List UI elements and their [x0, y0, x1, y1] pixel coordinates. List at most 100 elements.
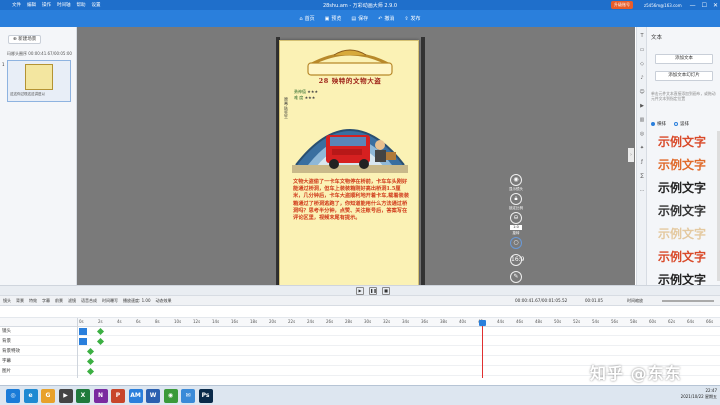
add-text-slide-button[interactable]: 添加文本幻灯片 [655, 71, 713, 81]
text-type-icon[interactable]: T [639, 33, 645, 39]
title-bar: 文件 编辑 操作 时间轴 帮助 设置 28shu.am - 万彩动画大师 2.9… [0, 0, 720, 10]
play-icon[interactable]: ▶ [356, 287, 364, 295]
text-sample-item[interactable]: 示例文字 [653, 246, 711, 268]
text-sample-item[interactable]: 示例文字 [653, 154, 711, 176]
canvas-page[interactable]: 28 殃特的文物大盗 勇神值 ★★★ 难 度 ★★★ 原画·陆先生 文物大盗偷了… [279, 40, 419, 286]
user-account[interactable]: z5456m@163.com [644, 3, 682, 8]
ruler-tick: 66s [706, 319, 714, 324]
timeline-track[interactable]: 镜头 [0, 327, 720, 336]
taskbar-app-icon[interactable]: ◉ [163, 389, 178, 403]
scene-index: 1 [2, 62, 5, 67]
flash-type-icon[interactable]: ƒ [639, 159, 645, 165]
lock-icon[interactable]: 🔒︎ [510, 193, 522, 205]
keyframe-marker[interactable] [86, 357, 95, 366]
taskbar-app-icon[interactable]: X [76, 389, 90, 403]
taskbar-app-icon[interactable]: ◎ [6, 389, 20, 403]
undo-button[interactable]: ↶ 撤消 [378, 15, 394, 23]
timeline-tool-7[interactable]: 时间曝写 [102, 298, 118, 304]
track-block[interactable] [79, 328, 87, 335]
more-type-icon[interactable]: … [639, 187, 645, 193]
zoom-value-box[interactable]: 1:0 [510, 225, 522, 230]
bubble-type-icon[interactable]: ◎ [639, 131, 645, 137]
keyframe-marker[interactable] [96, 327, 105, 336]
track-block[interactable] [79, 338, 87, 345]
close-icon[interactable]: ✕ [713, 2, 718, 9]
math-type-icon[interactable]: ∑ [639, 173, 645, 179]
timeline-tool-0[interactable]: 镜头 [3, 298, 11, 304]
image-type-icon[interactable]: ▭ [639, 47, 645, 53]
preview-icon: ▣ [324, 15, 330, 22]
taskbar-app-icon[interactable]: G [41, 389, 55, 403]
timeline-track[interactable]: 背景 [0, 337, 720, 346]
publish-button[interactable]: ⇪ 发布 [404, 15, 420, 23]
text-sample-item[interactable]: 示例文字 [653, 223, 711, 245]
timeline-tool-2[interactable]: 特效 [29, 298, 37, 304]
element-type-strip: T ▭ ◇ ♪ ☺ ▶ ▥ ◎ ✦ ƒ ∑ … [636, 27, 646, 285]
timeline-tool-3[interactable]: 字幕 [42, 298, 50, 304]
taskbar-app-icon[interactable]: N [93, 389, 108, 403]
shape-type-icon[interactable]: ◇ [639, 61, 645, 67]
timeline-tool-5[interactable]: 滤镜 [68, 298, 76, 304]
upgrade-button[interactable]: 升级账号 [611, 1, 633, 9]
canvas-area[interactable]: 28 殃特的文物大盗 勇神值 ★★★ 难 度 ★★★ 原画·陆先生 文物大盗偷了… [77, 27, 635, 292]
timeline-track[interactable]: 背景特效 [0, 347, 720, 356]
taskbar-app-icon[interactable]: e [23, 389, 38, 403]
save-button[interactable]: ▤ 保存 [351, 15, 368, 23]
text-sample-item[interactable]: 示例文字 [653, 177, 711, 199]
taskbar-clock[interactable]: 22:47 2021/10/22 星期五 [675, 388, 717, 400]
track-divider [77, 318, 78, 378]
video-type-icon[interactable]: ▶ [639, 103, 645, 109]
add-text-button[interactable]: 添加文本 [655, 54, 713, 64]
edit-pen-icon[interactable]: ✎ [510, 271, 522, 283]
timeline-tool-4[interactable]: 前景 [55, 298, 63, 304]
timeline-playhead[interactable] [479, 320, 486, 378]
circle-tool-icon[interactable]: ○ [510, 237, 522, 249]
radio-horizontal[interactable]: 横排 [651, 121, 666, 127]
timeline-zoom-slider[interactable] [662, 300, 714, 302]
camera-icon[interactable]: ◉ [510, 174, 522, 186]
scene-thumbnail[interactable]: 这这你过现这这讲进以 [7, 60, 71, 102]
thumbnail-caption: 这这你过现这这讲进以 [10, 92, 45, 96]
taskbar-app-icon[interactable]: W [146, 389, 160, 403]
thumbnail-image [25, 64, 53, 90]
text-panel: 文本 添加文本 添加文本幻灯片 单击元件文本直接添加到画布，或拖动元件文本到指定… [646, 27, 720, 287]
text-sample-item[interactable]: 示例文字 [653, 200, 711, 222]
aspect-ratio-button[interactable]: 16:9 [510, 254, 524, 266]
maximize-icon[interactable]: ☐ [702, 2, 707, 9]
keyframe-marker[interactable] [86, 347, 95, 356]
svg-type-icon[interactable]: ✦ [639, 145, 645, 151]
keyframe-marker[interactable] [96, 337, 105, 346]
timeline-tool-1[interactable]: 背景 [16, 298, 24, 304]
text-sample-item[interactable]: 示例文字 [653, 131, 711, 153]
timeline-tool-8[interactable]: 播放速度: 1.00 [123, 298, 151, 304]
ruler-tick: 54s [592, 319, 600, 324]
home-button[interactable]: ⌂ 首页 [299, 15, 314, 23]
ruler-tick: 40s [459, 319, 467, 324]
taskbar-app-icon[interactable]: Ps [198, 389, 213, 403]
rotate-icon[interactable]: ⊖ [510, 212, 522, 224]
timeline-ruler[interactable]: 0s 2s 4s 6s 8s 10s 12s 14s 16s 18s 20s 22s 24s 26s 28s… [0, 318, 720, 327]
playback-row: ▶ ❚❚ ■ [0, 285, 720, 295]
save-icon: ▤ [351, 15, 357, 22]
panel-collapse-icon[interactable]: › [628, 148, 634, 162]
taskbar-app-icon[interactable]: ▶ [58, 389, 73, 403]
timeline-tool-6[interactable]: 语音合成 [81, 298, 97, 304]
ruler-tick: 58s [630, 319, 638, 324]
taskbar-app-icon[interactable]: P [111, 389, 125, 403]
taskbar-app-icon[interactable]: ✉ [181, 389, 195, 403]
zoom-field[interactable]: 00:01.05 [585, 298, 603, 303]
pause-icon[interactable]: ❚❚ [369, 287, 377, 295]
radio-vertical[interactable]: 竖排 [674, 121, 689, 127]
taskbar-app-icon[interactable]: AM [128, 389, 143, 403]
timeline-tool-9[interactable]: 动态效果 [156, 298, 172, 304]
stop-icon[interactable]: ■ [382, 287, 390, 295]
preview-button[interactable]: ▣ 预览 [324, 15, 342, 23]
page-title: 28 殃特的文物大盗 [318, 77, 382, 85]
stat-difficulty: 难 度 ★★★ [294, 95, 316, 100]
add-scene-button[interactable]: ⊕ 新建场景 [8, 35, 42, 44]
chart-type-icon[interactable]: ▥ [639, 117, 645, 123]
character-type-icon[interactable]: ☺ [639, 89, 645, 95]
music-type-icon[interactable]: ♪ [639, 75, 645, 81]
minimize-icon[interactable]: — [690, 2, 696, 9]
keyframe-marker[interactable] [86, 367, 95, 376]
